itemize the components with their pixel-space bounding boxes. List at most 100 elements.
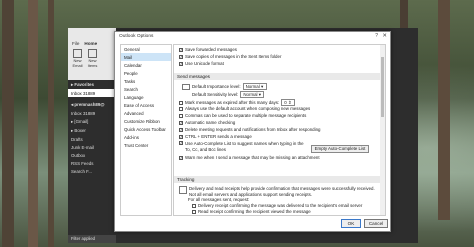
folder-outbox[interactable]: Outbox [68,151,116,159]
checkbox[interactable] [179,106,183,111]
sidebar-item-people[interactable]: People [121,69,171,77]
favorites-header[interactable]: ▸ Favorites [68,80,116,89]
send-messages-header: Send messages [174,73,380,80]
expire-days-stepper[interactable]: 0 ⇕ [281,99,296,106]
option-auto-complete[interactable]: ✓ Use Auto-Complete List to suggest names… [179,141,305,152]
option-expire[interactable]: Mark messages as expired after this many… [179,99,296,106]
sidebar-item-general[interactable]: General [121,45,171,53]
checkbox[interactable] [192,203,196,208]
option-label: Use Unicode format [185,61,224,66]
new-email-button[interactable]: New Email [71,46,84,70]
sidebar-item-add-ins[interactable]: Add-ins [121,133,171,141]
option-label: Mark messages as expired after this many… [185,100,280,105]
checkbox[interactable]: ✓ [179,155,183,160]
sidebar-item-search[interactable]: Search [121,85,171,93]
sensitivity-value: Normal [243,92,258,97]
envelope-icon [73,49,82,58]
option-read-receipt[interactable]: Read receipt confirming the recipient vi… [192,209,311,214]
folder-rss[interactable]: RSS Feeds [68,159,116,167]
tracking-header: Tracking [174,176,380,183]
option-label: Save copies of messages in the Sent Item… [185,54,282,59]
close-button[interactable]: ✕ [382,33,387,39]
help-button[interactable]: ? [375,33,378,39]
option-label: Always use the default account when comp… [185,106,311,111]
scrollbar[interactable] [380,45,385,215]
checkbox[interactable] [179,113,183,118]
folder-boxer[interactable]: ▸ Boxer [68,126,116,135]
option-label: Use Auto-Complete List to suggest names … [185,141,304,152]
sensitivity-row: Default Sensitivity level: Normal ▾ [192,91,265,98]
checkbox[interactable]: ✓ [179,134,183,139]
sidebar-item-language[interactable]: Language [121,93,171,101]
option-label: Automatic name checking [185,120,236,125]
option-delivery-receipt[interactable]: Delivery receipt confirming the message … [192,203,362,208]
sidebar-item-quick-access[interactable]: Quick Access Toolbar [121,125,171,133]
folder-inbox[interactable]: Inbox 31889 [68,109,116,117]
tracking-description: Delivery and read receipts help provide … [189,186,375,197]
option-auto-name-check[interactable]: ✓ Automatic name checking [179,120,235,125]
folder-drafts[interactable]: Drafts [68,135,116,143]
option-label: Save forwarded messages [185,47,237,52]
checkbox[interactable]: ✓ [179,141,183,145]
sidebar-item-advanced[interactable]: Advanced [121,109,171,117]
option-delete-meeting[interactable]: ✓ Delete meeting requests and notificatio… [179,127,320,132]
option-label: Warn me when I send a message that may b… [185,155,320,160]
options-content: ✓ Save forwarded messages ✓ Save copies of… [173,44,386,216]
scrollbar-thumb[interactable] [381,57,384,117]
option-commas[interactable]: Commas can be used to separate multiple … [179,113,306,118]
option-label: Commas can be used to separate multiple … [185,113,307,118]
checkbox[interactable]: ✓ [179,47,183,52]
sensitivity-label: Default Sensitivity level: [192,92,239,97]
option-default-account[interactable]: Always use the default account when comp… [179,106,310,111]
expire-days-value: 0 [284,100,287,105]
option-ctrl-enter[interactable]: ✓ CTRL + ENTER sends a message [179,134,252,139]
checkbox[interactable]: ✓ [179,127,183,132]
importance-label: Default Importance level: [192,84,241,89]
tracking-for-all: For all messages sent, request: [188,197,249,202]
sidebar-item-ease-of-access[interactable]: Ease of Access [121,101,171,109]
tracking-for-all-label: For all messages sent, request: [188,197,250,202]
cancel-button[interactable]: Cancel [364,219,388,228]
folder-junk[interactable]: Junk E-mail [68,143,116,151]
new-items-label: New Items [87,58,98,68]
checkbox[interactable] [192,209,196,214]
sidebar-item-calendar[interactable]: Calendar [121,61,171,69]
envelope-icon [182,83,190,90]
new-items-button[interactable]: New Items [86,46,99,70]
dialog-title: Outlook Options [119,34,154,39]
sidebar-item-mail[interactable]: Mail [121,53,171,61]
options-sidebar: General Mail Calendar People Tasks Searc… [120,44,172,216]
account-header[interactable]: ◂ premnash89@ [68,100,116,109]
option-label: CTRL + ENTER sends a message [185,134,252,139]
option-attachment-warning[interactable]: ✓ Warn me when I send a message that may … [179,155,320,160]
new-items-icon [88,49,97,58]
sidebar-item-customize-ribbon[interactable]: Customize Ribbon [121,117,171,125]
folder-pane: ▸ Favorites Inbox 31889 ◂ premnash89@ In… [68,80,116,243]
sidebar-item-trust-center[interactable]: Trust Center [121,141,171,149]
option-label: Read receipt confirming the recipient vi… [198,209,311,214]
empty-autocomplete-button[interactable]: Empty Auto-Complete List [311,145,369,153]
tracking-icon [179,186,187,194]
option-save-copies[interactable]: ✓ Save copies of messages in the Sent Ite… [179,54,281,59]
importance-value: Normal [245,84,260,89]
folder-inbox-favorite[interactable]: Inbox 31889 [68,89,116,97]
ribbon: File Home New Email New Items [68,28,116,80]
checkbox[interactable]: ✓ [179,120,183,125]
option-label: Delivery receipt confirming the message … [198,203,363,208]
checkbox[interactable] [179,100,183,105]
checkbox[interactable]: ✓ [179,61,183,66]
new-email-label: New Email [72,58,83,68]
filter-status: Filter applied [68,235,116,243]
importance-row: Default Importance level: Normal ▾ [182,83,267,90]
options-dialog: Outlook Options ? ✕ General Mail Calenda… [114,31,391,232]
folder-gmail[interactable]: ▸ [Gmail] [68,117,116,126]
option-unicode[interactable]: ✓ Use Unicode format [179,61,224,66]
folder-search[interactable]: Search F... [68,167,116,175]
importance-dropdown[interactable]: Normal ▾ [242,83,267,90]
sidebar-item-tasks[interactable]: Tasks [121,77,171,85]
sensitivity-dropdown[interactable]: Normal ▾ [240,91,265,98]
option-save-forwarded[interactable]: ✓ Save forwarded messages [179,47,237,52]
checkbox[interactable]: ✓ [179,54,183,59]
option-label: Delete meeting requests and notification… [185,127,321,132]
ok-button[interactable]: OK [341,219,361,228]
